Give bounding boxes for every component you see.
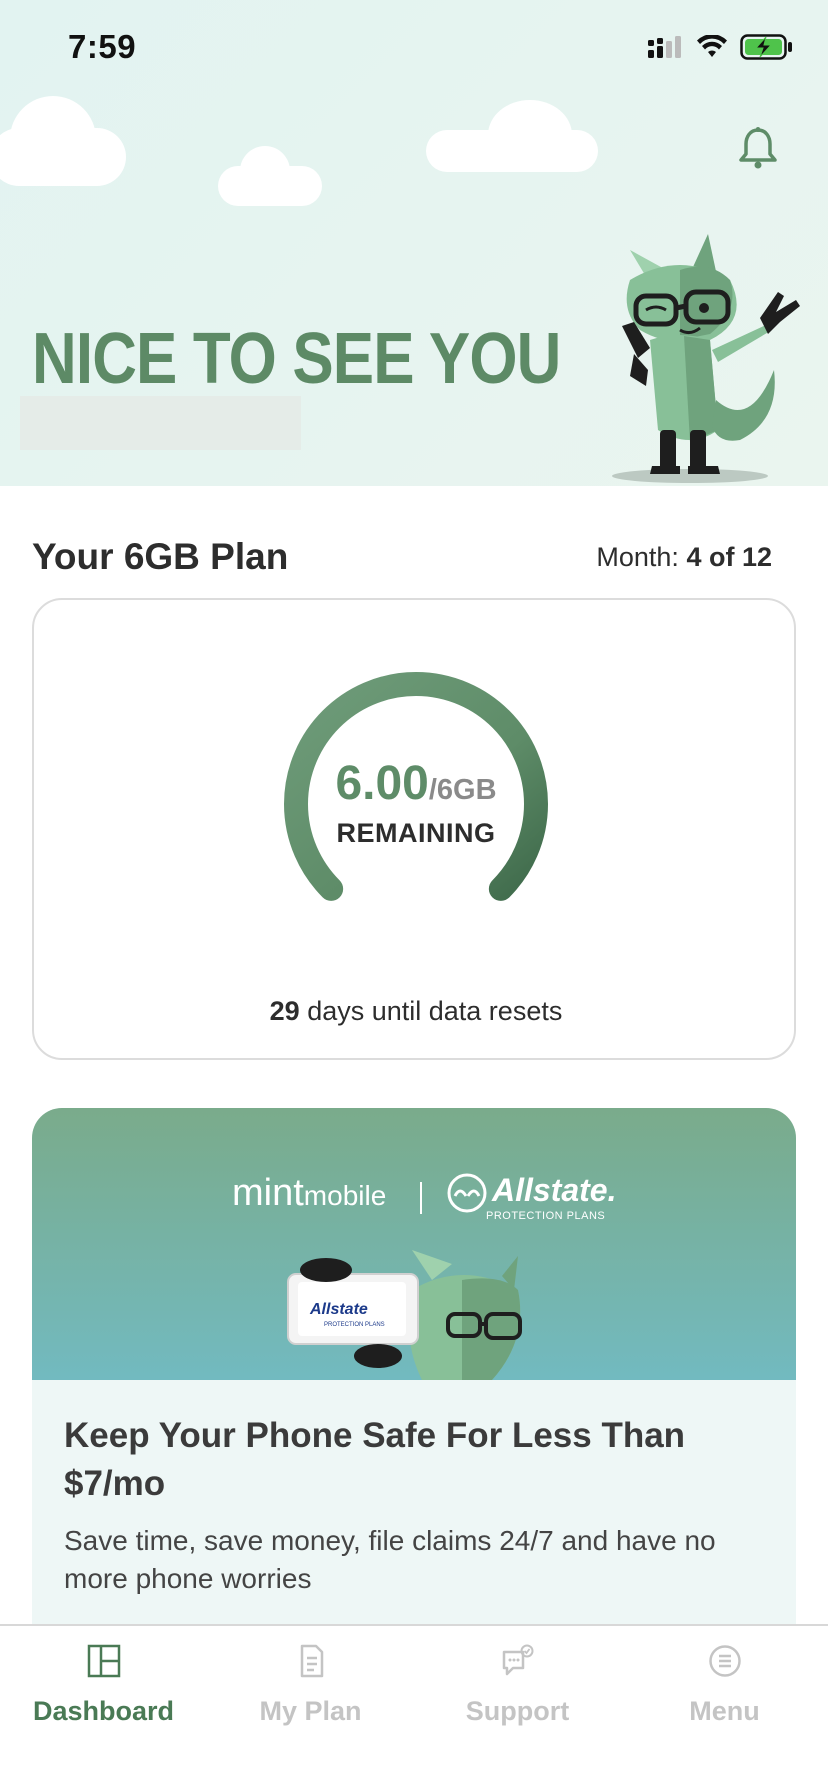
tab-my-plan[interactable]: My Plan <box>207 1626 414 1746</box>
remaining-label: REMAINING <box>336 818 496 848</box>
cloud-decoration <box>240 146 290 196</box>
fox-holding-phone-image: Allstate PROTECTION PLANS <box>287 1250 522 1380</box>
data-usage-card[interactable]: 6.00/6GB REMAINING 29 days until data re… <box>32 598 796 1060</box>
plan-month: Month: 4 of 12 <box>596 542 772 573</box>
notification-bell-icon[interactable] <box>736 126 780 170</box>
chat-support-icon <box>502 1644 534 1676</box>
cellular-signal-icon <box>648 36 681 58</box>
month-label: Month: <box>596 542 679 572</box>
status-bar: 7:59 <box>0 0 828 100</box>
promo-banner: mintmobile Allstate. PROTECTION PLANS Al… <box>32 1108 796 1380</box>
sim-card-icon <box>300 1644 324 1678</box>
tab-support[interactable]: Support <box>414 1626 621 1746</box>
allstate-hands-icon <box>447 1173 487 1213</box>
bottom-tab-bar: Dashboard My Plan Support Menu <box>0 1624 828 1792</box>
device-brand-sub: PROTECTION PLANS <box>324 1322 385 1328</box>
allstate-logo-sub: PROTECTION PLANS <box>486 1210 606 1222</box>
dashboard-icon <box>87 1644 121 1678</box>
reset-days: 29 <box>269 996 300 1026</box>
promo-description: Save time, save money, file claims 24/7 … <box>64 1525 716 1594</box>
user-name-redacted <box>20 396 301 450</box>
brand-divider <box>420 1182 422 1214</box>
tab-label: Dashboard <box>32 1696 175 1726</box>
menu-icon <box>709 1645 741 1677</box>
plan-title: Your 6GB Plan <box>32 536 289 577</box>
remaining-value: 6.00/6GB <box>34 756 798 811</box>
remaining-total: /6GB <box>428 774 497 806</box>
cloud-decoration <box>10 96 96 182</box>
status-time: 7:59 <box>68 28 137 65</box>
mint-logo-small: mobile <box>303 1180 387 1211</box>
mint-logo-text: mint <box>232 1172 304 1214</box>
tab-menu[interactable]: Menu <box>621 1626 828 1746</box>
cloud-decoration <box>488 100 572 170</box>
hero-banner: 7:59 NICE TO SEE YOU <box>0 0 828 486</box>
tab-label: Menu <box>689 1696 760 1726</box>
month-value: 4 of 12 <box>686 542 772 572</box>
plan-header: Your 6GB Plan Month: 4 of 12 <box>32 536 796 580</box>
allstate-logo-text: Allstate. <box>492 1172 617 1208</box>
tab-label: Support <box>465 1696 570 1726</box>
mint-mobile-logo: mintmobile <box>232 1172 386 1215</box>
remaining-amount: 6.00 <box>335 757 429 810</box>
tab-label: My Plan <box>259 1696 362 1726</box>
status-icons <box>648 34 794 60</box>
promo-title: Keep Your Phone Safe For Less Than $7/mo <box>64 1416 686 1503</box>
data-reset-text: 29 days until data resets <box>34 996 798 1027</box>
greeting-title: NICE TO SEE YOU <box>32 319 561 399</box>
tab-dashboard[interactable]: Dashboard <box>0 1626 207 1746</box>
allstate-promo-card[interactable]: mintmobile Allstate. PROTECTION PLANS Al… <box>32 1108 796 1628</box>
reset-label: days until data resets <box>299 996 563 1026</box>
wifi-icon <box>697 35 727 57</box>
brand-row: mintmobile Allstate. PROTECTION PLANS <box>32 1172 796 1232</box>
device-brand-text: Allstate <box>309 1301 368 1318</box>
battery-charging-icon <box>740 34 792 60</box>
mint-fox-mascot-image <box>612 234 800 483</box>
